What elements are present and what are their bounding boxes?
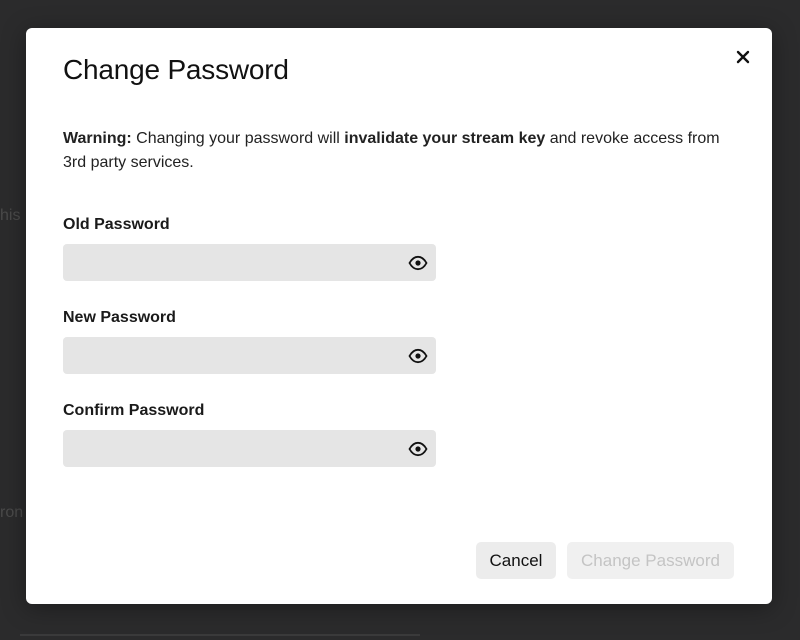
change-password-dialog: Change Password Warning: Changing your p… [26, 28, 772, 604]
warning-emphasis: invalidate your stream key [344, 130, 546, 147]
new-password-input[interactable] [63, 337, 417, 374]
dialog-title: Change Password [63, 54, 289, 85]
confirm-password-field [63, 430, 436, 467]
background-text: ron [0, 504, 24, 521]
close-icon [736, 50, 750, 64]
new-password-label: New Password [63, 309, 176, 326]
confirm-password-label: Confirm Password [63, 402, 205, 419]
new-password-field [63, 337, 436, 374]
confirm-password-input[interactable] [63, 430, 417, 467]
eye-icon[interactable] [408, 346, 428, 366]
warning-message: Warning: Changing your password will inv… [63, 127, 733, 175]
change-password-button[interactable]: Change Password [567, 542, 734, 579]
warning-prefix: Warning: [63, 130, 132, 147]
cancel-button[interactable]: Cancel [476, 542, 556, 579]
old-password-field [63, 244, 436, 281]
close-button[interactable] [728, 42, 758, 72]
eye-icon[interactable] [408, 439, 428, 459]
background-text: his [0, 207, 21, 224]
old-password-input[interactable] [63, 244, 417, 281]
warning-text: Changing your password will [131, 130, 345, 147]
eye-icon[interactable] [408, 253, 428, 273]
background-divider [20, 634, 420, 636]
old-password-label: Old Password [63, 216, 170, 233]
